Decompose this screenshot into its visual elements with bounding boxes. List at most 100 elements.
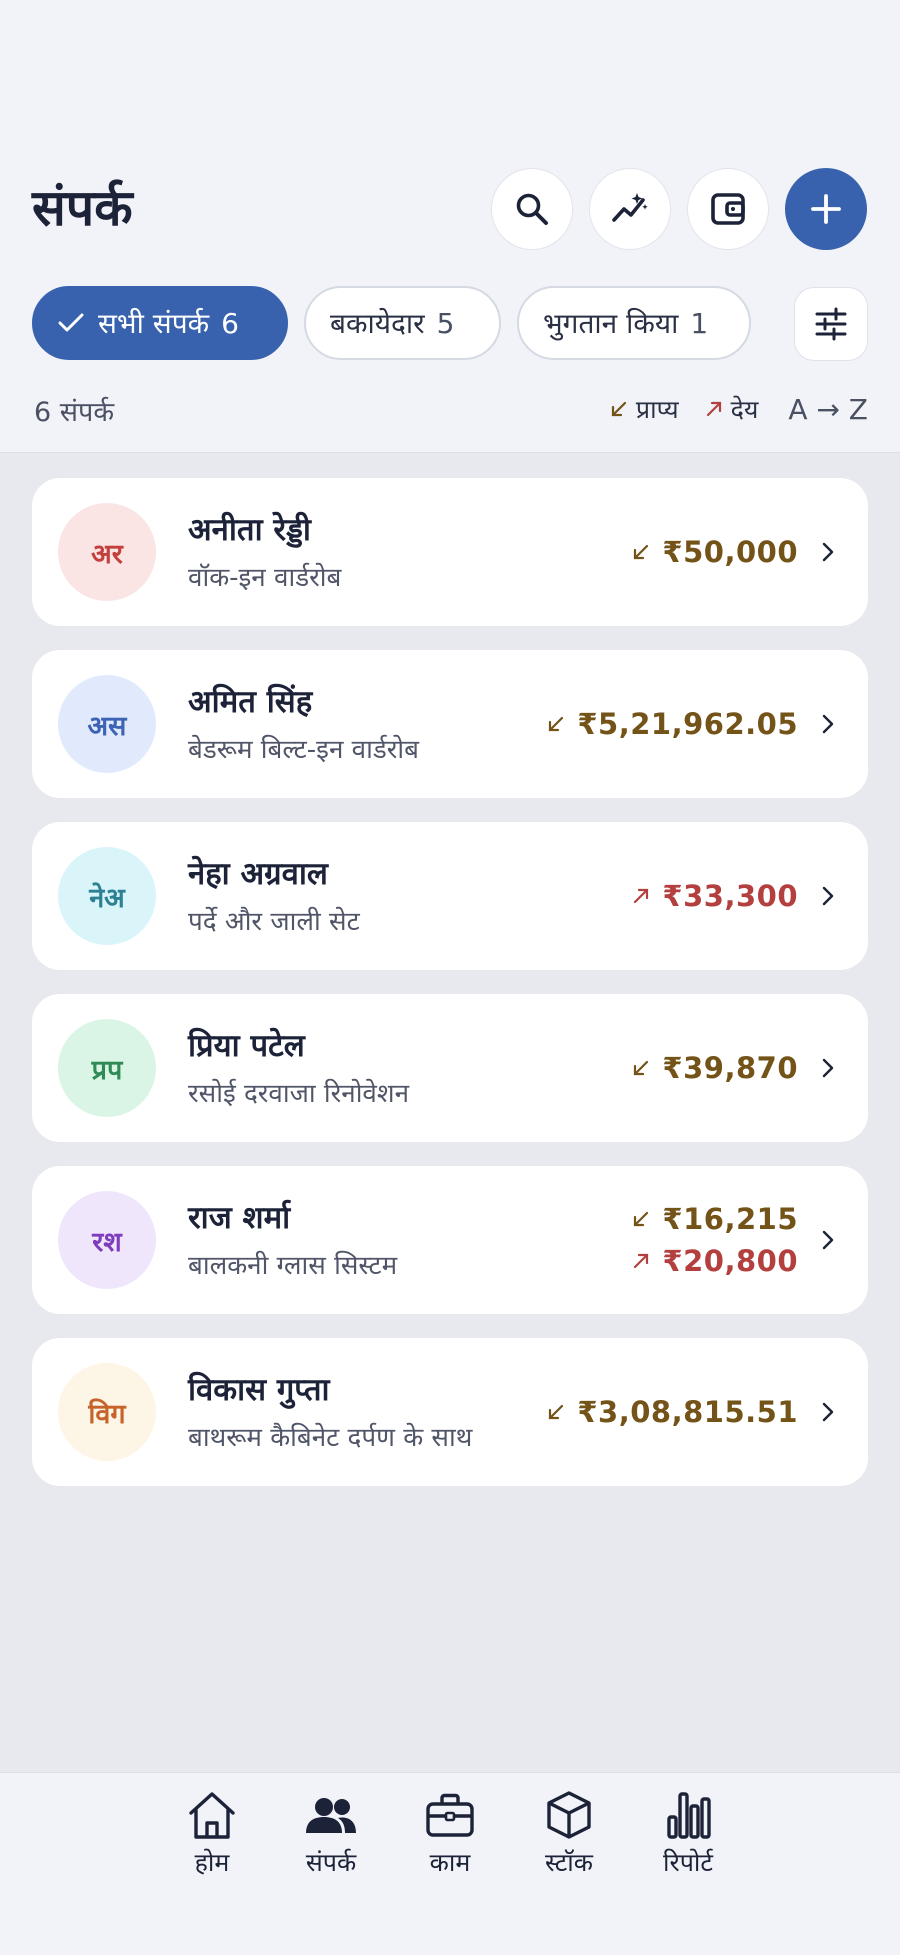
legend-payable: देय bbox=[705, 392, 759, 426]
avatar: नेअ bbox=[58, 847, 156, 945]
nav-item-home[interactable]: होम bbox=[157, 1787, 267, 1879]
arrow-down-left-icon bbox=[634, 1211, 649, 1227]
receivable-amount: ₹50,000 bbox=[632, 535, 798, 569]
amount-value: ₹39,870 bbox=[662, 1051, 798, 1085]
page-title: संपर्क bbox=[32, 179, 133, 237]
chip-count: 5 bbox=[436, 306, 455, 340]
nav-label: काम bbox=[429, 1848, 471, 1877]
filter-chip-paid[interactable]: भुगतान किया 1 bbox=[517, 286, 751, 360]
chip-label: बकायेदार bbox=[330, 307, 425, 340]
chevron-right-icon bbox=[818, 1050, 838, 1086]
arrow-down-left-icon bbox=[611, 401, 626, 417]
filter-chip-all[interactable]: सभी संपर्क 6 bbox=[32, 286, 288, 360]
contact-card[interactable]: रश राज शर्मा बालकनी ग्लास सिस्टम ₹16,215… bbox=[32, 1166, 868, 1314]
avatar: अर bbox=[58, 503, 156, 601]
payable-label: देय bbox=[730, 395, 759, 424]
chevron-right-icon bbox=[818, 1394, 838, 1430]
chip-label: भुगतान किया bbox=[543, 307, 679, 340]
amount-value: ₹3,08,815.51 bbox=[577, 1395, 798, 1429]
contact-project: वॉक-इन वार्डरोब bbox=[188, 563, 342, 593]
contact-card[interactable]: नेअ नेहा अग्रवाल पर्दे और जाली सेट ₹33,3… bbox=[32, 822, 868, 970]
amount-value: ₹20,800 bbox=[662, 1244, 798, 1278]
avatar: अस bbox=[58, 675, 156, 773]
sparkle-chart-icon bbox=[612, 193, 648, 222]
arrow-down-left-icon bbox=[549, 1404, 564, 1420]
receivable-amount: ₹3,08,815.51 bbox=[547, 1395, 798, 1429]
amounts: ₹33,300 bbox=[632, 822, 798, 970]
contact-project: बाथरूम कैबिनेट दर्पण के साथ bbox=[188, 1423, 473, 1453]
contact-card[interactable]: विग विकास गुप्ता बाथरूम कैबिनेट दर्पण के… bbox=[32, 1338, 868, 1486]
legend: प्राप्य देय A → Z bbox=[596, 392, 868, 426]
receivable-amount: ₹5,21,962.05 bbox=[547, 707, 798, 741]
check-icon bbox=[58, 312, 84, 334]
amount-value: ₹5,21,962.05 bbox=[577, 707, 798, 741]
avatar: प्रप bbox=[58, 1019, 156, 1117]
contact-card[interactable]: अस अमित सिंह बेडरूम बिल्ट-इन वार्डरोब ₹5… bbox=[32, 650, 868, 798]
contact-project: बालकनी ग्लास सिस्टम bbox=[188, 1251, 398, 1281]
amounts: ₹5,21,962.05 bbox=[547, 650, 798, 798]
contact-card[interactable]: अर अनीता रेड्डी वॉक-इन वार्डरोब ₹50,000 bbox=[32, 478, 868, 626]
nav-item-contacts[interactable]: संपर्क bbox=[276, 1787, 386, 1879]
chip-label: सभी संपर्क bbox=[98, 307, 210, 340]
nav-item-reports[interactable]: रिपोर्ट bbox=[633, 1787, 743, 1879]
nav-label: होम bbox=[194, 1848, 230, 1877]
top-section: संपर्क सभी संपर्क 6 बकायेदार 5 भुगतान कि… bbox=[0, 0, 900, 453]
sliders-icon bbox=[815, 307, 847, 341]
amounts: ₹39,870 bbox=[632, 994, 798, 1142]
arrow-down-left-icon bbox=[634, 544, 649, 560]
contact-project: बेडरूम बिल्ट-इन वार्डरोब bbox=[188, 735, 419, 765]
arrow-down-left-icon bbox=[634, 1060, 649, 1076]
arrow-up-right-icon bbox=[706, 401, 721, 417]
search-icon bbox=[516, 193, 548, 225]
chevron-right-icon bbox=[818, 1222, 838, 1258]
filter-settings-button[interactable] bbox=[794, 287, 868, 361]
amounts: ₹50,000 bbox=[632, 478, 798, 626]
chevron-right-icon bbox=[818, 534, 838, 570]
contact-name: राज शर्मा bbox=[188, 1200, 291, 1236]
receivable-amount: ₹16,215 bbox=[632, 1202, 798, 1236]
chip-count: 6 bbox=[221, 306, 239, 340]
receivable-amount: ₹39,870 bbox=[632, 1051, 798, 1085]
home-icon bbox=[189, 1792, 235, 1839]
nav-label: स्टॉक bbox=[544, 1848, 593, 1877]
legend-receivable: प्राप्य bbox=[610, 392, 679, 426]
payable-amount: ₹20,800 bbox=[632, 1244, 798, 1278]
receivable-label: प्राप्य bbox=[635, 395, 679, 424]
avatar: रश bbox=[58, 1191, 156, 1289]
amounts: ₹16,215 ₹20,800 bbox=[632, 1166, 798, 1314]
plus-icon bbox=[811, 194, 841, 224]
payable-amount: ₹33,300 bbox=[632, 879, 798, 913]
contact-name: प्रिया पटेल bbox=[188, 1028, 305, 1064]
contact-project: रसोई दरवाजा रिनोवेशन bbox=[188, 1079, 409, 1109]
arrow-up-right-icon bbox=[634, 1253, 649, 1269]
insights-button[interactable] bbox=[589, 168, 671, 250]
search-button[interactable] bbox=[491, 168, 573, 250]
contact-count: 6 संपर्क bbox=[34, 397, 115, 428]
amount-value: ₹50,000 bbox=[662, 535, 798, 569]
nav-label: रिपोर्ट bbox=[663, 1848, 713, 1877]
contact-name: अनीता रेड्डी bbox=[188, 512, 311, 548]
avatar: विग bbox=[58, 1363, 156, 1461]
amounts: ₹3,08,815.51 bbox=[547, 1338, 798, 1486]
contact-name: विकास गुप्ता bbox=[188, 1372, 330, 1408]
contact-project: पर्दे और जाली सेट bbox=[188, 907, 360, 937]
box-icon bbox=[547, 1791, 591, 1839]
chevron-right-icon bbox=[818, 878, 838, 914]
arrow-up-right-icon bbox=[634, 888, 649, 904]
wallet-button[interactable] bbox=[687, 168, 769, 250]
sort-toggle[interactable]: A → Z bbox=[788, 393, 868, 426]
nav-item-stock[interactable]: स्टॉक bbox=[514, 1787, 624, 1879]
filter-chip-defaulters[interactable]: बकायेदार 5 bbox=[304, 286, 501, 360]
amount-value: ₹16,215 bbox=[662, 1202, 798, 1236]
chevron-right-icon bbox=[818, 706, 838, 742]
contact-name: नेहा अग्रवाल bbox=[188, 856, 328, 892]
contact-name: अमित सिंह bbox=[188, 684, 313, 720]
nav-item-work[interactable]: काम bbox=[395, 1787, 505, 1879]
bottom-nav: होम संपर्क काम स्टॉक रिपोर्ट bbox=[0, 1772, 900, 1955]
contact-card[interactable]: प्रप प्रिया पटेल रसोई दरवाजा रिनोवेशन ₹3… bbox=[32, 994, 868, 1142]
bar-chart-icon bbox=[667, 1792, 711, 1839]
contacts-icon bbox=[306, 1798, 356, 1833]
amount-value: ₹33,300 bbox=[662, 879, 798, 913]
arrow-down-left-icon bbox=[549, 716, 564, 732]
add-contact-button[interactable] bbox=[785, 168, 867, 250]
